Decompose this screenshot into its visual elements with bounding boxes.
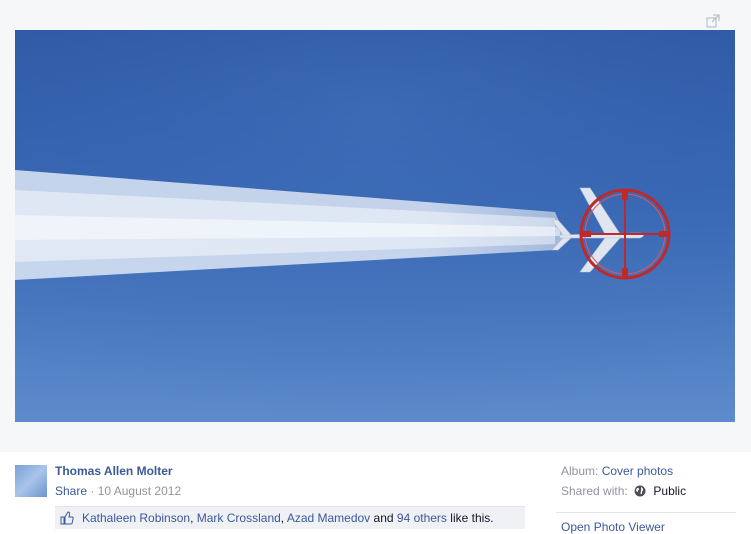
photo-image — [15, 30, 735, 422]
crosshair — [579, 188, 671, 280]
liker-link[interactable]: Azad Mamedov — [287, 511, 370, 525]
privacy-value[interactable]: Public — [653, 484, 686, 498]
globe-icon[interactable] — [634, 485, 646, 497]
album-row: Album: Cover photos — [561, 464, 741, 484]
photo-meta: Share · 10 August 2012 — [55, 484, 181, 498]
meta-separator: · — [87, 484, 98, 498]
album-link[interactable]: Cover photos — [602, 464, 673, 478]
privacy-row: Shared with: Public — [561, 484, 741, 504]
likes-text: Kathaleen Robinson, Mark Crossland, Azad… — [82, 507, 494, 529]
share-link[interactable]: Share — [55, 484, 87, 498]
likes-suffix: like this. — [446, 511, 494, 525]
photo-details: Album: Cover photos Shared with: Public — [561, 464, 741, 504]
photo-stage — [0, 0, 751, 452]
avatar[interactable] — [15, 465, 47, 497]
photo-info: Thomas Allen Molter Share · 10 August 20… — [0, 452, 751, 534]
shared-label: Shared with: — [561, 484, 628, 498]
liker-link[interactable]: Kathaleen Robinson — [82, 511, 190, 525]
likes-and: and — [370, 511, 397, 525]
others-link[interactable]: 94 others — [397, 511, 447, 525]
photo-date: 10 August 2012 — [97, 484, 182, 498]
divider — [556, 512, 736, 513]
cover-photo[interactable] — [15, 30, 735, 422]
owner-name-link[interactable]: Thomas Allen Molter — [55, 464, 173, 478]
expand-icon[interactable] — [706, 14, 720, 28]
likes-comma: , — [190, 511, 197, 525]
album-label: Album: — [561, 464, 599, 478]
open-photo-viewer-link[interactable]: Open Photo Viewer — [561, 520, 665, 534]
liker-link[interactable]: Mark Crossland — [197, 511, 281, 525]
likes-bar: Kathaleen Robinson, Mark Crossland, Azad… — [55, 506, 525, 529]
thumbs-up-icon[interactable] — [60, 511, 74, 525]
